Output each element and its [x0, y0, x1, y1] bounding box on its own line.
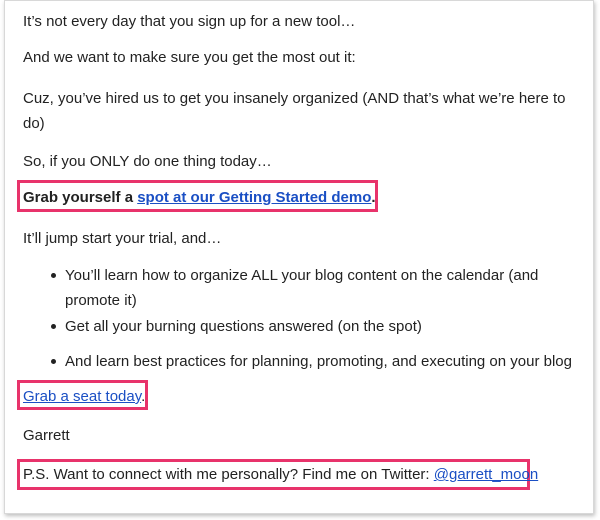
email-frame: It’s not every day that you sign up for …	[4, 0, 594, 514]
ps-prefix: P.S. Want to connect with me personally?…	[23, 466, 434, 483]
demo-paragraph: Grab yourself a spot at our Getting Star…	[23, 187, 376, 209]
demo-suffix: .	[371, 189, 376, 206]
organized-paragraph: Cuz, you’ve hired us to get you insanely…	[23, 90, 566, 132]
list-item: You’ll learn how to organize ALL your bl…	[51, 263, 585, 313]
grab-seat-link[interactable]: Grab a seat today	[23, 388, 141, 405]
list-item: Get all your burning questions answered …	[51, 314, 585, 339]
seat-paragraph: Grab a seat today.	[23, 386, 145, 408]
intro-paragraph: It’s not every day that you sign up for …	[23, 13, 356, 30]
demo-link[interactable]: spot at our Getting Started demo	[137, 189, 371, 206]
intent-paragraph: And we want to make sure you get the mos…	[23, 49, 356, 66]
seat-suffix: .	[141, 388, 146, 405]
twitter-link[interactable]: @garrett_moon	[434, 466, 538, 483]
jump-start-paragraph: It’ll jump start your trial, and…	[23, 230, 222, 247]
one-thing-paragraph: So, if you ONLY do one thing today…	[23, 153, 272, 170]
ps-paragraph: P.S. Want to connect with me personally?…	[23, 464, 538, 486]
demo-prefix: Grab yourself a	[23, 189, 138, 206]
benefits-list: You’ll learn how to organize ALL your bl…	[51, 263, 585, 374]
list-item: And learn best practices for planning, p…	[51, 349, 585, 374]
signature: Garrett	[23, 427, 70, 444]
